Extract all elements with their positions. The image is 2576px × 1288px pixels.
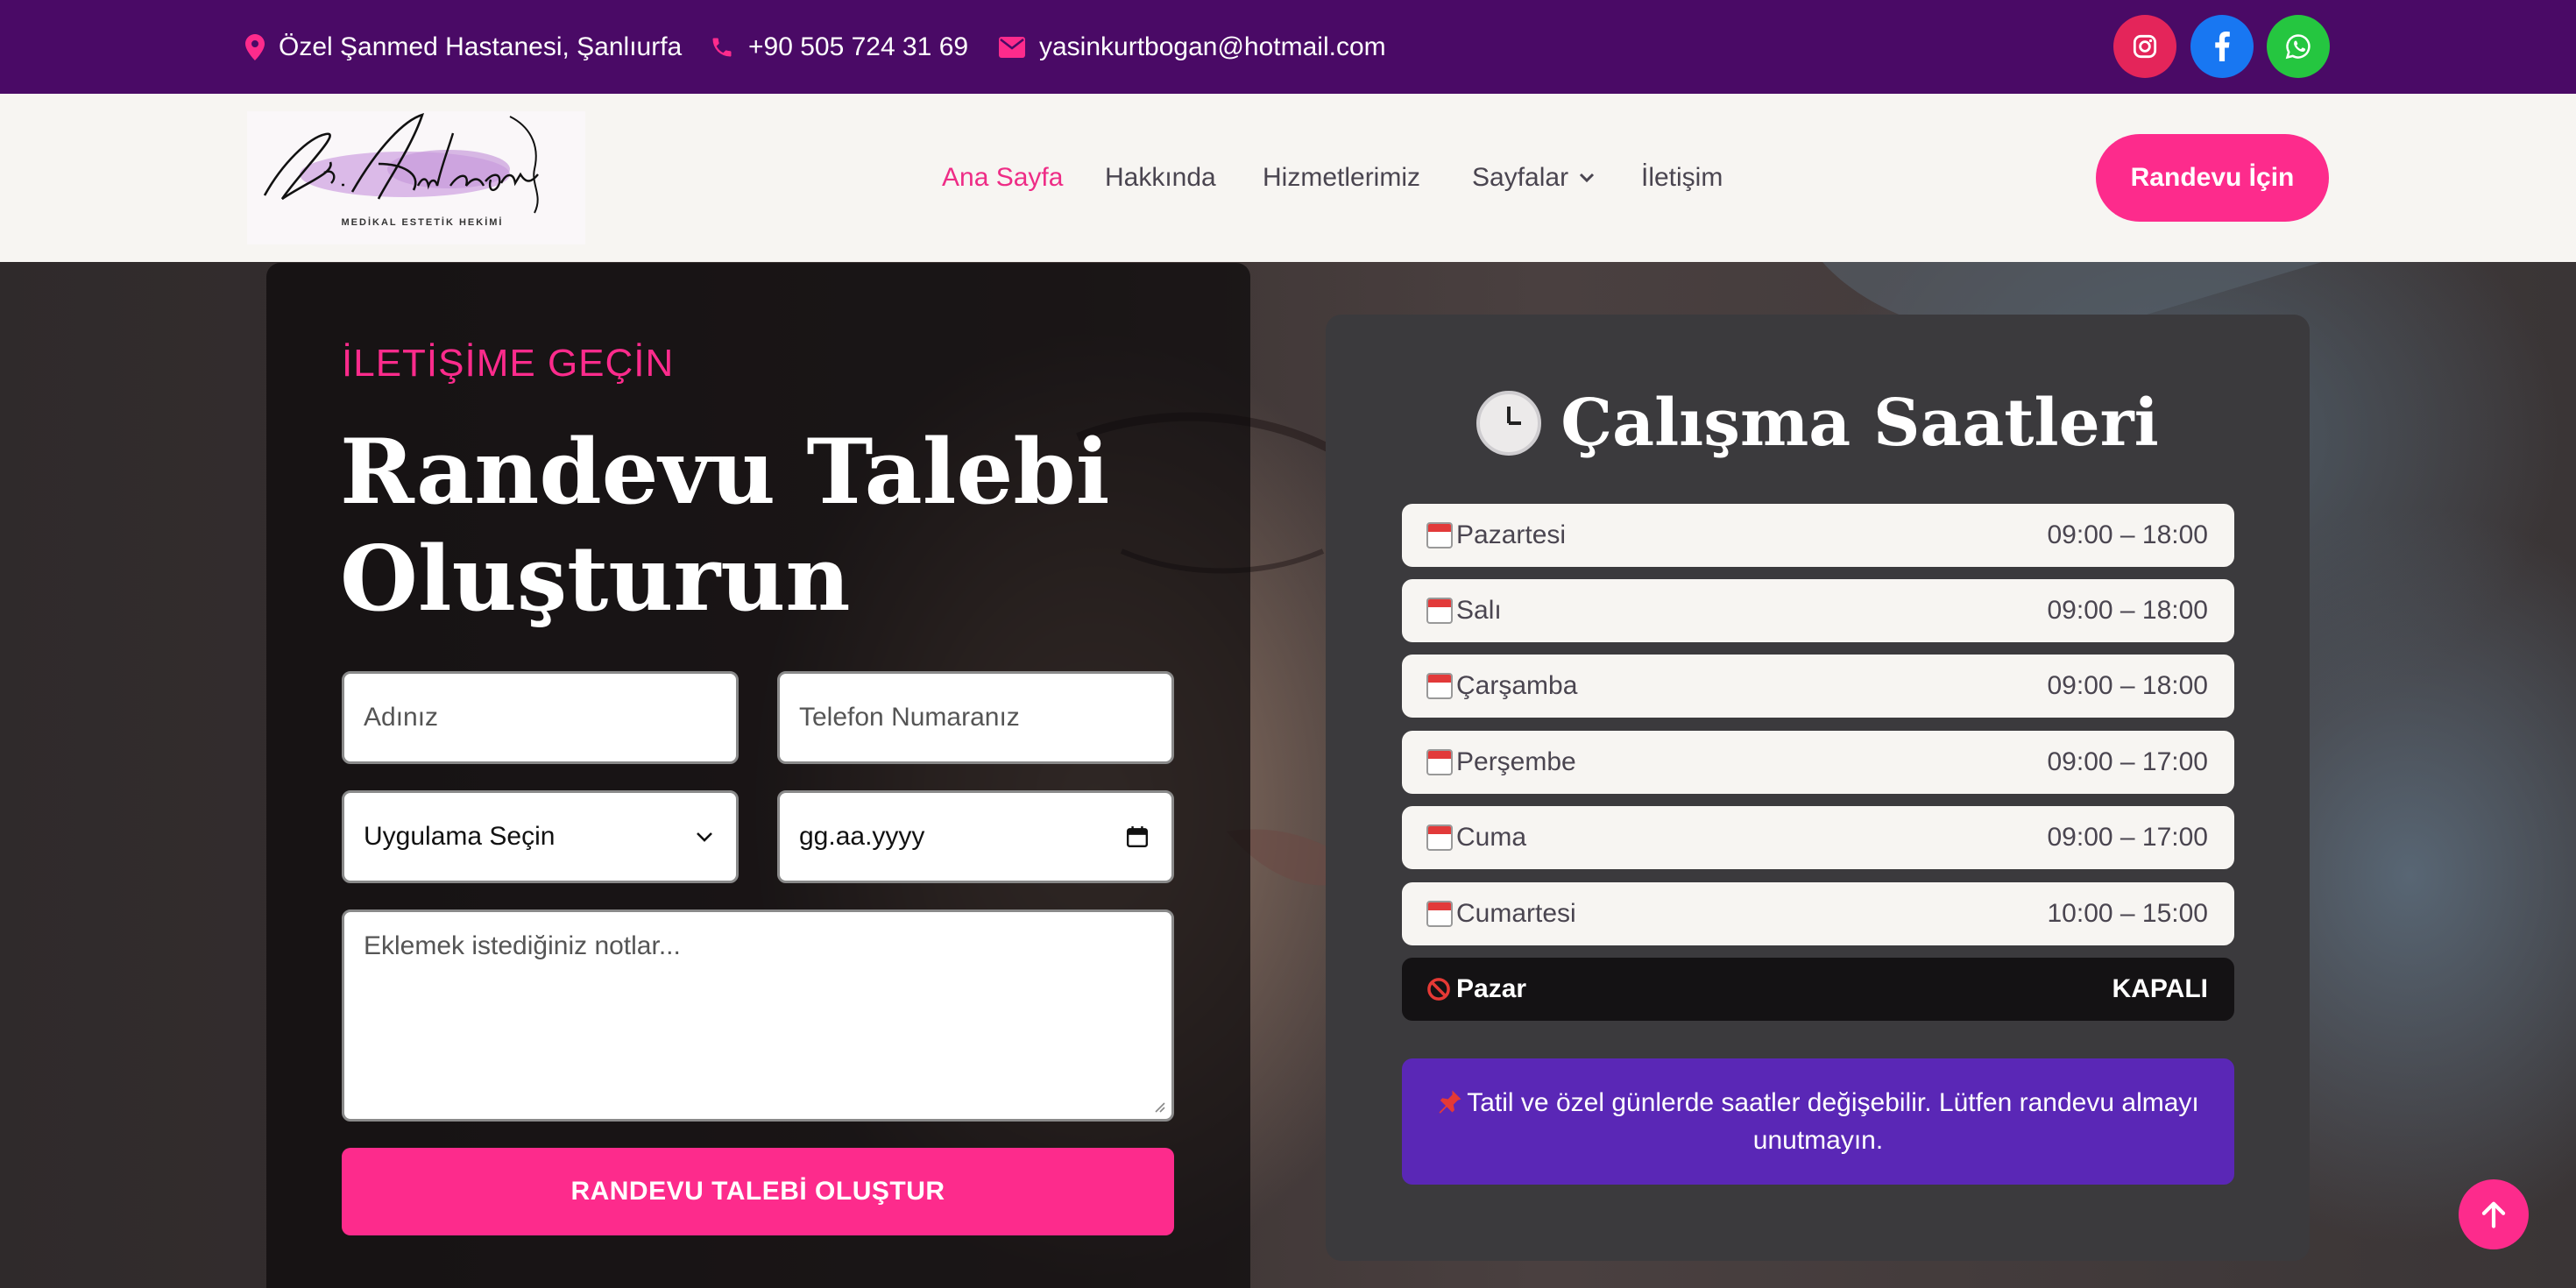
treatment-select[interactable]: Uygulama Seçin xyxy=(342,790,739,883)
day-time: 09:00 – 17:00 xyxy=(2047,747,2208,776)
day-name: Çarşamba xyxy=(1456,671,1578,700)
day-name: Pazartesi xyxy=(1456,520,1567,549)
logo-signature: MEDİKAL ESTETİK HEKİMİ xyxy=(263,113,539,228)
day-time: 09:00 – 18:00 xyxy=(2047,520,2208,549)
day-name: Cuma xyxy=(1456,823,1527,852)
day-time: 09:00 – 17:00 xyxy=(2047,823,2208,852)
calendar-icon xyxy=(1126,826,1149,848)
address-info: Özel Şanmed Hastanesi, Şanlıurfa xyxy=(245,0,682,94)
scroll-to-top-button[interactable] xyxy=(2459,1179,2529,1249)
phone-text: +90 505 724 31 69 xyxy=(748,32,969,61)
instagram-icon xyxy=(2133,34,2157,59)
holiday-notice: Tatil ve özel günlerde saatler değişebil… xyxy=(1402,1058,2234,1185)
envelope-icon xyxy=(999,36,1025,58)
day-time: 09:00 – 18:00 xyxy=(2047,596,2208,625)
form-title: Randevu Talebi Oluşturun xyxy=(340,419,1129,633)
submit-appointment-button[interactable]: RANDEVU TALEBİ OLUŞTUR xyxy=(342,1148,1174,1235)
nav-about[interactable]: Hakkında xyxy=(1105,94,1216,262)
nav-pages-label: Sayfalar xyxy=(1472,163,1569,192)
notes-textarea[interactable]: Eklemek istediğiniz notlar... xyxy=(342,909,1174,1122)
hours-row-tuesday: Salı 09:00 – 18:00 xyxy=(1402,579,2234,642)
chevron-down-icon xyxy=(697,832,712,842)
notes-placeholder: Eklemek istediğiniz notlar... xyxy=(364,931,681,960)
nav-services[interactable]: Hizmetlerimiz xyxy=(1263,94,1420,262)
name-input[interactable]: Adınız xyxy=(342,671,739,764)
hours-row-sunday: Pazar KAPALI xyxy=(1402,958,2234,1021)
phone-info[interactable]: +90 505 724 31 69 xyxy=(710,0,968,94)
calendar-icon xyxy=(1426,824,1453,851)
site-logo[interactable]: MEDİKAL ESTETİK HEKİMİ xyxy=(247,111,585,244)
whatsapp-icon xyxy=(2285,34,2311,60)
calendar-icon xyxy=(1426,673,1453,699)
nav-contact[interactable]: İletişim xyxy=(1641,94,1723,262)
no-entry-icon xyxy=(1427,978,1450,1001)
calendar-icon xyxy=(1426,522,1453,548)
form-title-line-1: Randevu Talebi xyxy=(340,420,1110,525)
form-eyebrow: İLETİŞİME GEÇİN xyxy=(342,342,675,385)
phone-input[interactable]: Telefon Numaranız xyxy=(777,671,1174,764)
name-placeholder: Adınız xyxy=(364,703,439,732)
phone-placeholder: Telefon Numaranız xyxy=(799,703,1020,732)
calendar-icon xyxy=(1426,598,1453,624)
hours-row-wednesday: Çarşamba 09:00 – 18:00 xyxy=(1402,655,2234,718)
address-text: Özel Şanmed Hastanesi, Şanlıurfa xyxy=(279,32,683,61)
day-name: Pazar xyxy=(1456,974,1527,1003)
map-pin-icon xyxy=(245,33,265,60)
date-placeholder: gg.aa.yyyy xyxy=(799,822,925,851)
appointment-cta-button[interactable]: Randevu İçin xyxy=(2096,134,2329,222)
nav-pages[interactable]: Sayfalar xyxy=(1472,94,1595,262)
clock-icon xyxy=(1476,391,1542,456)
working-hours-title-text: Çalışma Saatleri xyxy=(1560,386,2159,461)
email-text: yasinkurtbogan@hotmail.com xyxy=(1039,32,1386,61)
top-info-bar: Özel Şanmed Hastanesi, Şanlıurfa +90 505… xyxy=(0,0,2576,94)
facebook-button[interactable] xyxy=(2190,15,2254,78)
phone-icon xyxy=(712,38,732,56)
hours-row-monday: Pazartesi 09:00 – 18:00 xyxy=(1402,504,2234,567)
day-name: Salı xyxy=(1456,596,1502,625)
calendar-icon xyxy=(1426,901,1453,927)
whatsapp-button[interactable] xyxy=(2267,15,2330,78)
hours-row-friday: Cuma 09:00 – 17:00 xyxy=(1402,806,2234,869)
working-hours-title: Çalışma Saatleri xyxy=(1326,386,2310,461)
holiday-notice-text: Tatil ve özel günlerde saatler değişebil… xyxy=(1467,1088,2199,1155)
treatment-select-value: Uygulama Seçin xyxy=(364,822,556,851)
date-input[interactable]: gg.aa.yyyy xyxy=(777,790,1174,883)
hours-row-saturday: Cumartesi 10:00 – 15:00 xyxy=(1402,882,2234,945)
closed-label: KAPALI xyxy=(2112,974,2208,1003)
calendar-icon xyxy=(1426,749,1453,775)
arrow-up-icon xyxy=(2481,1201,2506,1228)
instagram-button[interactable] xyxy=(2113,15,2176,78)
day-name: Cumartesi xyxy=(1456,899,1576,928)
day-name: Perşembe xyxy=(1456,747,1576,776)
day-time: 09:00 – 18:00 xyxy=(2047,671,2208,700)
nav-home[interactable]: Ana Sayfa xyxy=(942,94,1063,262)
pushpin-icon xyxy=(1439,1090,1461,1114)
email-info[interactable]: yasinkurtbogan@hotmail.com xyxy=(999,0,1386,94)
day-time: 10:00 – 15:00 xyxy=(2047,899,2208,928)
chevron-down-icon xyxy=(1580,173,1595,183)
logo-subtitle: MEDİKAL ESTETİK HEKİMİ xyxy=(342,216,504,228)
hours-row-thursday: Perşembe 09:00 – 17:00 xyxy=(1402,731,2234,794)
resize-handle-icon[interactable] xyxy=(1152,1100,1166,1114)
form-title-line-2: Oluşturun xyxy=(340,527,851,632)
facebook-icon xyxy=(2215,32,2230,61)
appointment-form-panel xyxy=(266,263,1250,1288)
main-navbar: MEDİKAL ESTETİK HEKİMİ Ana Sayfa Hakkınd… xyxy=(0,94,2576,262)
